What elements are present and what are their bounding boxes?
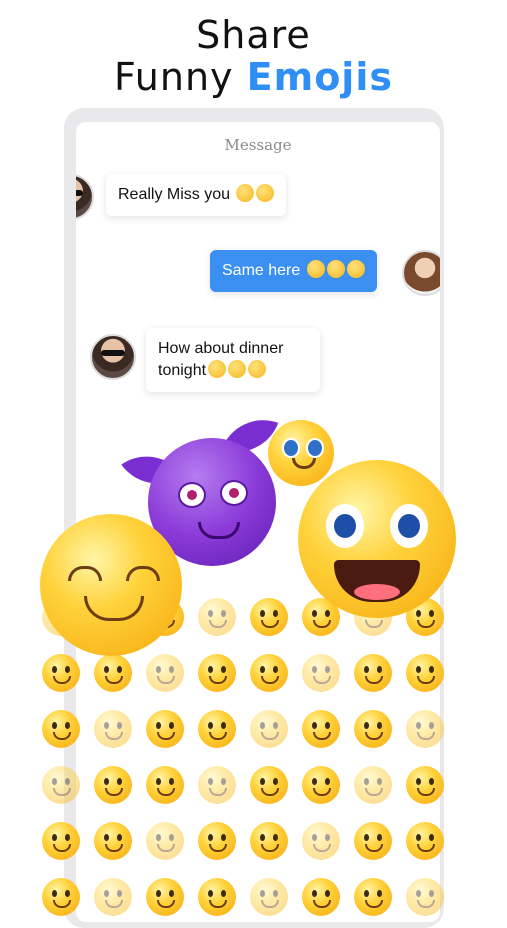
message-text-3b: tonight <box>158 362 207 379</box>
headline-funny-emojis: Funny Emojis <box>0 56 507 98</box>
grid-emoji-icon[interactable] <box>94 654 132 692</box>
grid-emoji-icon[interactable] <box>302 710 340 748</box>
grid-emoji-icon[interactable] <box>406 766 444 804</box>
headline-share: Share <box>196 13 311 57</box>
grid-emoji-icon[interactable] <box>250 822 288 860</box>
grid-emoji-icon[interactable] <box>198 878 236 916</box>
message-bubble-2[interactable]: Same here <box>210 250 377 292</box>
grid-emoji-icon[interactable] <box>406 654 444 692</box>
grid-emoji-icon[interactable] <box>406 878 444 916</box>
grid-emoji-icon[interactable] <box>146 878 184 916</box>
grid-emoji-icon[interactable] <box>198 766 236 804</box>
message-text-3a: How about dinner <box>158 340 284 357</box>
grid-emoji-icon[interactable] <box>354 766 392 804</box>
grid-emoji-icon[interactable] <box>146 766 184 804</box>
grid-emoji-icon[interactable] <box>146 822 184 860</box>
message-text-1: Really Miss you <box>118 186 231 203</box>
cute-face-emoji-icon[interactable] <box>268 420 334 486</box>
grid-emoji-icon[interactable] <box>42 878 80 916</box>
grid-emoji-icon[interactable] <box>302 878 340 916</box>
message-bubble-1[interactable]: Really Miss you <box>106 174 287 216</box>
grid-emoji-icon[interactable] <box>250 766 288 804</box>
message-bubble-3[interactable]: How about dinner tonight <box>146 328 320 392</box>
grid-emoji-icon[interactable] <box>250 598 288 636</box>
drool-emoji-icon <box>228 360 247 378</box>
grid-emoji-icon[interactable] <box>354 710 392 748</box>
hearts-emoji-icon <box>326 260 345 278</box>
avatar-other-1[interactable] <box>76 174 94 220</box>
headline-emojis: Emojis <box>246 55 393 99</box>
hearts-emoji-icon <box>306 260 325 278</box>
smile-emoji-icon <box>236 184 255 202</box>
grid-emoji-icon[interactable] <box>354 822 392 860</box>
grid-emoji-icon[interactable] <box>42 822 80 860</box>
drool-emoji-icon <box>208 360 227 378</box>
grid-emoji-icon[interactable] <box>42 766 80 804</box>
grid-emoji-icon[interactable] <box>94 710 132 748</box>
drool-emoji-icon <box>248 360 267 378</box>
grid-emoji-icon[interactable] <box>250 878 288 916</box>
hearts-emoji-icon <box>346 260 365 278</box>
grid-emoji-icon[interactable] <box>198 654 236 692</box>
grid-emoji-icon[interactable] <box>94 766 132 804</box>
message-text-2: Same here <box>222 262 301 279</box>
grid-emoji-icon[interactable] <box>302 654 340 692</box>
avatar-other-2[interactable] <box>90 334 136 380</box>
laughing-face-emoji-icon[interactable] <box>298 460 456 618</box>
grid-emoji-icon[interactable] <box>354 878 392 916</box>
grid-emoji-icon[interactable] <box>198 822 236 860</box>
avatar-me[interactable] <box>402 250 440 296</box>
grid-emoji-icon[interactable] <box>406 822 444 860</box>
smiling-face-emoji-icon[interactable] <box>40 514 182 656</box>
grid-emoji-icon[interactable] <box>42 710 80 748</box>
smile-emoji-icon <box>256 184 275 202</box>
grid-emoji-icon[interactable] <box>94 878 132 916</box>
grid-emoji-icon[interactable] <box>146 654 184 692</box>
grid-emoji-icon[interactable] <box>406 710 444 748</box>
grid-emoji-icon[interactable] <box>94 822 132 860</box>
headline-funny: Funny <box>114 55 234 99</box>
grid-emoji-icon[interactable] <box>250 654 288 692</box>
grid-emoji-icon[interactable] <box>250 710 288 748</box>
grid-emoji-icon[interactable] <box>302 822 340 860</box>
grid-emoji-icon[interactable] <box>198 710 236 748</box>
grid-emoji-icon[interactable] <box>354 654 392 692</box>
chat-title: Message <box>224 136 292 154</box>
grid-emoji-icon[interactable] <box>146 710 184 748</box>
grid-emoji-icon[interactable] <box>42 654 80 692</box>
grid-emoji-icon[interactable] <box>198 598 236 636</box>
grid-emoji-icon[interactable] <box>302 766 340 804</box>
